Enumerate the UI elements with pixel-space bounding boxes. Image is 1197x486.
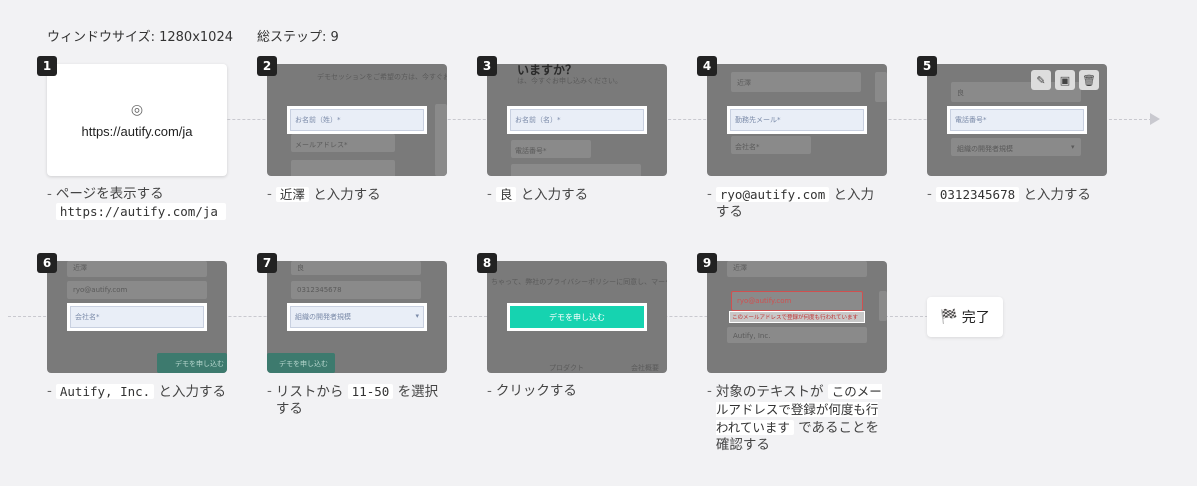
step-card[interactable]: 7 良 0312345678 デモを申し込む 組織の開発者規模 ▾ - リストから… — [257, 253, 447, 418]
step-thumbnail[interactable]: ◎ https://autify.com/ja — [47, 64, 227, 176]
step-code: ryo@autify.com — [715, 187, 830, 202]
step-code: 11-50 — [347, 384, 394, 399]
highlighted-text: このメールアドレスで登録が何度も行われています — [729, 311, 865, 323]
step-number-badge: 3 — [477, 56, 497, 76]
step-thumbnail[interactable]: ちゃって、弊社のプライバシーポリシーに同意し、マーケティ プロダクト 会社概要 … — [487, 261, 667, 373]
step-thumbnail[interactable]: 良 組織の開発者規模 ▾ ✎ ▣ 🗑 電話番号* — [927, 64, 1107, 176]
step-card[interactable]: 2 デモセッションをご希望の方は、今すぐお申し込みください。 メールアドレス* … — [257, 56, 447, 204]
step-description: - Autify, Inc. と入力する — [47, 383, 226, 400]
step-description: - クリックする — [487, 383, 577, 399]
header: ウィンドウサイズ: 1280x1024 総ステップ: 9 — [47, 26, 339, 45]
step-thumbnail[interactable]: 近澤 会社名* 勤務先メール* — [707, 64, 887, 176]
step-card[interactable]: 8 ちゃって、弊社のプライバシーポリシーに同意し、マーケティ プロダクト 会社概… — [477, 253, 667, 400]
step-code: 近澤 — [275, 187, 309, 202]
step-thumbnail[interactable]: 良 0312345678 デモを申し込む 組織の開発者規模 ▾ — [267, 261, 447, 373]
highlighted-select: 組織の開発者規模 ▾ — [287, 303, 427, 331]
row1-arrow-icon — [1150, 113, 1160, 125]
step-code: https://autify.com/ja — [55, 203, 226, 220]
highlighted-field: お名前（名）* — [507, 106, 647, 134]
step-number-badge: 1 — [37, 56, 57, 76]
step-code: 0312345678 — [935, 187, 1020, 202]
window-size-label: ウィンドウサイズ: 1280x1024 — [47, 30, 233, 45]
checkered-flag-icon: 🏁 — [940, 309, 958, 325]
highlighted-field: 勤務先メール* — [727, 106, 867, 134]
done-badge: 🏁 完了 — [927, 297, 1003, 337]
step-card[interactable]: 9 近澤 ryo@autify.com Autify, Inc. このメールアド… — [697, 253, 887, 454]
step-card[interactable]: 3 いますか？ は、今すぐお申し込みください。 電話番号* お名前（名）* - … — [477, 56, 667, 204]
step-number-badge: 6 — [37, 253, 57, 273]
step-card[interactable]: 5 良 組織の開発者規模 ▾ ✎ ▣ 🗑 電話番号* - 0312345678 … — [917, 56, 1107, 204]
step-description: - ページを表示する https://autify.com/ja — [47, 186, 227, 221]
step-code: 良 — [495, 187, 517, 202]
globe-icon: ◎ — [130, 101, 144, 118]
highlighted-field: お名前（姓）* — [287, 106, 427, 134]
step-number-badge: 5 — [917, 56, 937, 76]
highlighted-button: デモを申し込む — [507, 303, 647, 331]
step-card[interactable]: 6 近澤 ryo@autify.com デモを申し込む 会社名* - Autif… — [37, 253, 227, 401]
highlighted-field: 電話番号* — [947, 106, 1087, 134]
step-description: - ryo@autify.com と入力する — [707, 186, 875, 220]
step-toolbar: ✎ ▣ 🗑 — [1031, 70, 1099, 90]
step-number-badge: 9 — [697, 253, 717, 273]
step-number-badge: 7 — [257, 253, 277, 273]
step-description: - 良 と入力する — [487, 186, 589, 203]
trash-icon[interactable]: 🗑 — [1079, 70, 1099, 90]
total-steps-label: 総ステップ: 9 — [256, 30, 339, 45]
step-number-badge: 4 — [697, 56, 717, 76]
highlighted-field: 会社名* — [67, 303, 207, 331]
step-description: - リストから 11-50 を選択する — [267, 383, 439, 417]
step-thumbnail[interactable]: 近澤 ryo@autify.com デモを申し込む 会社名* — [47, 261, 227, 373]
step-description: - 対象のテキストが このメールアドレスで登録が何度も行われています であること… — [707, 383, 882, 453]
step-number-badge: 8 — [477, 253, 497, 273]
page-url: https://autify.com/ja — [81, 123, 193, 139]
step-number-badge: 2 — [257, 56, 277, 76]
step-description: - 0312345678 と入力する — [927, 186, 1091, 203]
chevron-down-icon: ▾ — [415, 312, 419, 320]
step-description: - 近澤 と入力する — [267, 186, 381, 203]
step-card[interactable]: 4 近澤 会社名* 勤務先メール* - ryo@autify.com と入力する — [697, 56, 887, 221]
step-thumbnail[interactable]: いますか？ は、今すぐお申し込みください。 電話番号* お名前（名）* — [487, 64, 667, 176]
step-thumbnail[interactable]: デモセッションをご希望の方は、今すぐお申し込みください。 メールアドレス* お名… — [267, 64, 447, 176]
image-icon[interactable]: ▣ — [1055, 70, 1075, 90]
step-thumbnail[interactable]: 近澤 ryo@autify.com Autify, Inc. このメールアドレス… — [707, 261, 887, 373]
step-card[interactable]: 1 ◎ https://autify.com/ja - ページを表示する http… — [37, 56, 227, 221]
step-code: Autify, Inc. — [55, 384, 155, 399]
edit-icon[interactable]: ✎ — [1031, 70, 1051, 90]
done-label: 完了 — [961, 310, 990, 326]
